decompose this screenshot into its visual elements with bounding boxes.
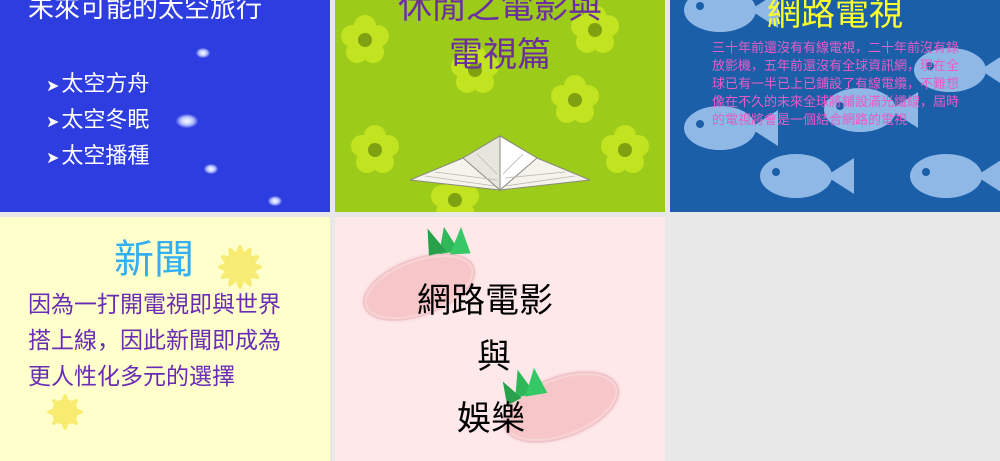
list-item-label: 太空冬眠 [61, 108, 150, 133]
slide-body-text: 因為一打開電視即與世界搭上線，因此新聞即成為更人性化多元的選擇 [28, 292, 281, 390]
arrow-bullet-icon: ➤ [46, 76, 60, 95]
list-item-label: 太空播種 [61, 144, 150, 169]
arrow-bullet-icon: ➤ [46, 112, 60, 131]
arrow-bullet-icon: ➤ [46, 148, 60, 167]
slide-news[interactable]: 新聞 因為一打開電視即與世界搭上線，因此新聞即成為更人性化多元的選擇 [0, 217, 330, 461]
list-item-label: 太空方舟 [61, 72, 150, 97]
slide-title-line-2: 與 [477, 337, 511, 377]
star-icon [268, 196, 282, 206]
star-icon [176, 114, 198, 128]
paper-hat-icon [409, 135, 591, 192]
slide-title: 未來可能的太空旅行 [28, 0, 263, 24]
star-icon [204, 164, 218, 174]
list-item: ➤太空冬眠 [46, 106, 149, 142]
list-item: ➤太空播種 [46, 142, 149, 178]
slide-title-line-3: 娛樂 [457, 399, 525, 439]
slide-title-line-1: 網路電影 [417, 281, 553, 321]
slide-leisure[interactable]: 休閒之電影與 電視篇 [335, 0, 665, 212]
slide-title-line-1: 休閒之電影與 [398, 0, 602, 27]
slide-title: 網路電視 [767, 0, 903, 34]
slide-body-text: 三十年前還沒有有線電視，二十年前沒有錄放影機，五年前還沒有全球資訊網，現在全球已… [712, 41, 960, 128]
slide-title: 新聞 [114, 237, 194, 283]
slide-entertainment[interactable]: 網路電影 與 娛樂 [335, 217, 665, 461]
slide-space-travel[interactable]: 未來可能的太空旅行 ➤太空方舟 ➤太空冬眠 ➤太空播種 [0, 0, 330, 212]
list-item: ➤太空方舟 [46, 70, 149, 106]
slide-network-tv[interactable]: 網路電視 三十年前還沒有有線電視，二十年前沒有錄放影機，五年前還沒有全球資訊網，… [670, 0, 1000, 212]
slide-empty[interactable] [670, 217, 1000, 461]
bullet-list: ➤太空方舟 ➤太空冬眠 ➤太空播種 [46, 70, 149, 178]
slide-title-line-2: 電視篇 [449, 35, 551, 75]
star-icon [196, 48, 210, 58]
